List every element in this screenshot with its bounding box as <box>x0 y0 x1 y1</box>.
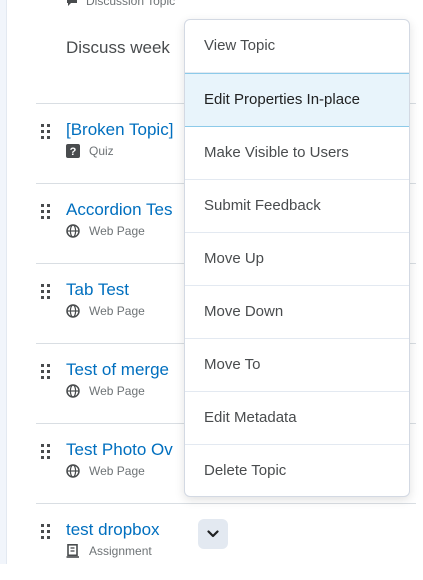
menu-item-edit-properties[interactable]: Edit Properties In-place <box>185 73 409 127</box>
menu-item-move-down[interactable]: Move Down <box>185 286 409 339</box>
topic-type-label: Web Page <box>89 224 145 238</box>
drag-handle-icon[interactable] <box>40 284 52 300</box>
assignment-icon <box>66 544 80 558</box>
menu-item-move-to[interactable]: Move To <box>185 339 409 392</box>
context-menu: View Topic Edit Properties In-place Make… <box>184 19 410 497</box>
menu-item-submit-feedback[interactable]: Submit Feedback <box>185 180 409 233</box>
topic-title-link[interactable]: Accordion Tes <box>66 200 172 220</box>
topic-type-label: Assignment <box>89 544 152 558</box>
menu-item-move-up[interactable]: Move Up <box>185 233 409 286</box>
topic-type: Assignment <box>66 544 152 558</box>
web-page-icon <box>66 464 80 478</box>
topic-title-link[interactable]: Test Photo Ov <box>66 440 173 460</box>
topic-title-link[interactable]: Test of merge <box>66 360 169 380</box>
drag-handle-icon[interactable] <box>40 124 52 140</box>
menu-item-view-topic[interactable]: View Topic <box>185 20 409 73</box>
top-item-type: Discussion Topic <box>66 0 175 8</box>
topic-title-link[interactable]: [Broken Topic] <box>66 120 173 140</box>
drag-handle-icon[interactable] <box>40 444 52 460</box>
topic-type-label: Web Page <box>89 464 145 478</box>
topic-type: Web Page <box>66 304 145 318</box>
top-item-type-label: Discussion Topic <box>86 0 176 8</box>
topic-type: Web Page <box>66 224 145 238</box>
menu-item-make-visible[interactable]: Make Visible to Users <box>185 127 409 180</box>
web-page-icon <box>66 304 80 318</box>
topic-type-label: Web Page <box>89 304 145 318</box>
menu-item-edit-metadata[interactable]: Edit Metadata <box>185 392 409 445</box>
discuss-text: Discuss week <box>66 38 170 57</box>
topic-title-link[interactable]: test dropbox <box>66 520 160 540</box>
topic-type-label: Web Page <box>89 384 145 398</box>
discussion-icon <box>66 0 78 7</box>
drag-handle-icon[interactable] <box>40 364 52 380</box>
chevron-down-icon <box>207 525 219 543</box>
drag-handle-icon[interactable] <box>40 204 52 220</box>
menu-item-delete-topic[interactable]: Delete Topic <box>185 445 409 496</box>
topic-title-link[interactable]: Tab Test <box>66 280 129 300</box>
context-menu-button[interactable] <box>198 519 228 549</box>
separator <box>36 503 416 504</box>
topic-type: Web Page <box>66 464 145 478</box>
topic-type-label: Quiz <box>89 144 114 158</box>
svg-text:?: ? <box>70 146 77 158</box>
topic-type: Web Page <box>66 384 145 398</box>
quiz-icon: ? <box>66 144 80 158</box>
drag-handle-icon[interactable] <box>40 524 52 540</box>
topic-type: ? Quiz <box>66 144 114 158</box>
web-page-icon <box>66 384 80 398</box>
web-page-icon <box>66 224 80 238</box>
